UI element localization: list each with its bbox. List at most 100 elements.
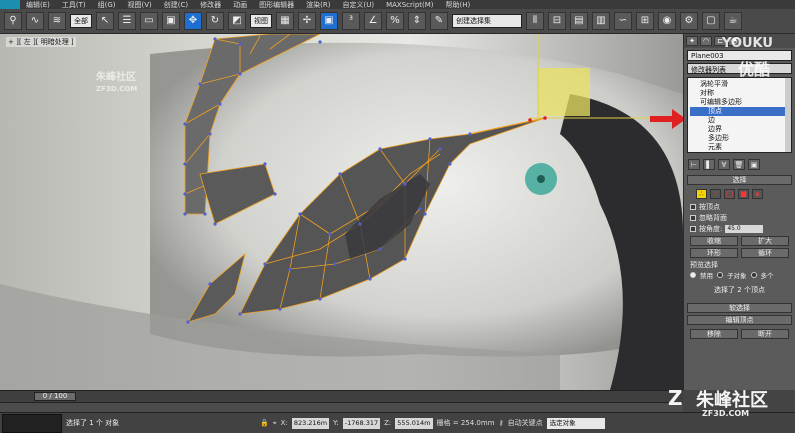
loop-button[interactable]: 循环	[741, 248, 789, 258]
angle-spinner[interactable]: 45.0	[725, 224, 764, 233]
named-selection-select[interactable]: 创建选择集	[452, 14, 522, 28]
track-bar[interactable]	[0, 402, 683, 412]
reference-coord-select[interactable]: 视图	[250, 14, 272, 28]
edit-vertices-rollout-header[interactable]: 编辑顶点	[687, 315, 792, 325]
snaps-toggle-icon[interactable]: ³	[342, 12, 360, 30]
layer-explorer-icon[interactable]: ▤	[570, 12, 588, 30]
viewport-label[interactable]: + ][ 左 ][ 明暗处理 ]	[6, 37, 76, 47]
remove-modifier-icon[interactable]: 🗑	[733, 159, 745, 170]
auto-key-button[interactable]: 自动关键点	[508, 418, 543, 428]
mirror-icon[interactable]: ⫴	[526, 12, 544, 30]
ring-button[interactable]: 环形	[690, 248, 738, 258]
selection-rollout: ∴ ⟋ ◯ ■ ◈ 按顶点 忽略背面 按角度: 45.0 收缩 扩大 环形 循环 …	[687, 185, 792, 297]
watermark-youku-cn: 优酷	[738, 60, 771, 79]
spinner-snap-icon[interactable]: ⇕	[408, 12, 426, 30]
time-slider[interactable]: 0 / 100	[34, 392, 76, 401]
edit-named-sets-icon[interactable]: ✎	[430, 12, 448, 30]
render-setup-icon[interactable]: ⚙	[680, 12, 698, 30]
curve-editor-icon[interactable]: ∽	[614, 12, 632, 30]
stack-item-polygon[interactable]: 多边形	[690, 134, 789, 143]
unlink-icon[interactable]: ∿	[26, 12, 44, 30]
align-icon[interactable]: ⊟	[548, 12, 566, 30]
stack-scrollbar[interactable]	[785, 78, 791, 152]
bind-space-warp-icon[interactable]: ≋	[48, 12, 66, 30]
by-angle-row[interactable]: 按角度: 45.0	[690, 223, 789, 234]
rect-selection-icon[interactable]: ▭	[140, 12, 158, 30]
make-unique-icon[interactable]: ∀	[718, 159, 730, 170]
select-rotate-icon[interactable]: ↻	[206, 12, 224, 30]
select-scale-icon[interactable]: ◩	[228, 12, 246, 30]
select-by-name-icon[interactable]: ☰	[118, 12, 136, 30]
stack-item-border[interactable]: 边界	[690, 125, 789, 134]
absolute-mode-icon[interactable]: ⌖	[273, 419, 277, 428]
maxscript-listener[interactable]	[2, 413, 62, 433]
ignore-backfacing-checkbox[interactable]	[690, 214, 696, 221]
material-editor-icon[interactable]: ◉	[658, 12, 676, 30]
create-tab-icon[interactable]: ✦	[686, 36, 698, 46]
pin-stack-icon[interactable]: ⊢	[688, 159, 700, 170]
by-vertex-row[interactable]: 按顶点	[690, 201, 789, 212]
selection-set-dropdown[interactable]: 选定对象	[546, 417, 605, 429]
configure-sets-icon[interactable]: ▣	[748, 159, 760, 170]
angle-snap-icon[interactable]: ∠	[364, 12, 382, 30]
ignore-backfacing-row[interactable]: 忽略背面	[690, 212, 789, 223]
window-crossing-icon[interactable]: ▣	[162, 12, 180, 30]
soft-selection-rollout-header[interactable]: 软选择	[687, 303, 792, 313]
border-level-icon[interactable]: ◯	[724, 189, 735, 199]
preview-selection-options: 禁用 子对象 多个	[690, 270, 789, 280]
y-label: Y:	[333, 419, 339, 427]
vertex-level-icon[interactable]: ∴	[696, 189, 707, 199]
graphite-ribbon-icon[interactable]: ▥	[592, 12, 610, 30]
x-coordinate-field[interactable]: 823.216m	[291, 417, 330, 429]
z-coordinate-field[interactable]: 555.014m	[395, 417, 433, 429]
timeline[interactable]: 0 / 100	[0, 390, 683, 402]
select-move-icon[interactable]: ✥	[184, 12, 202, 30]
stack-item-symmetry[interactable]: 对称	[690, 89, 789, 98]
by-vertex-checkbox[interactable]	[690, 203, 696, 210]
by-vertex-label: 按顶点	[699, 202, 720, 211]
by-angle-checkbox[interactable]	[690, 225, 696, 232]
selection-filter-select[interactable]: 全部	[70, 14, 92, 28]
rendered-frame-icon[interactable]: ▢	[702, 12, 720, 30]
link-icon[interactable]: ⚲	[4, 12, 22, 30]
remove-button[interactable]: 移除	[690, 329, 738, 339]
stack-item-vertex[interactable]: 顶点	[690, 107, 789, 116]
pivot-center-icon[interactable]: ▦	[276, 12, 294, 30]
edge-level-icon[interactable]: ⟋	[710, 189, 721, 199]
y-coordinate-field[interactable]: -1768.317	[342, 417, 381, 429]
render-production-icon[interactable]: ☕	[724, 12, 742, 30]
stack-item-edge[interactable]: 边	[690, 116, 789, 125]
stack-tools: ⊢ ▌ ∀ 🗑 ▣	[684, 156, 795, 173]
status-prompt: 选择了 1 个 对象	[66, 419, 120, 427]
app-logo-icon[interactable]	[0, 0, 20, 9]
shrink-button[interactable]: 收缩	[690, 236, 738, 246]
break-button[interactable]: 断开	[741, 329, 789, 339]
ignore-backfacing-label: 忽略背面	[699, 213, 727, 222]
menu-maxscript[interactable]: MAXScript(M)	[380, 1, 439, 9]
stack-item-element[interactable]: 元素	[690, 143, 789, 152]
stack-item-editable-poly[interactable]: 可编辑多边形	[690, 98, 789, 107]
schematic-view-icon[interactable]: ⊞	[636, 12, 654, 30]
preview-multi-radio[interactable]	[750, 272, 757, 278]
polygon-level-icon[interactable]: ■	[738, 189, 749, 199]
cursor-indicator	[525, 163, 557, 195]
modify-tab-icon[interactable]: ◠	[700, 36, 712, 46]
element-level-icon[interactable]: ◈	[752, 189, 763, 199]
viewport-left[interactable]: + ][ 左 ][ 明暗处理 ] 朱峰社区 ZF3D.COM	[0, 34, 683, 390]
preview-subobject-radio[interactable]	[717, 272, 723, 278]
preview-disabled-radio[interactable]	[690, 272, 696, 278]
grow-button[interactable]: 扩大	[741, 236, 789, 246]
grid-size-text: 栅格 = 254.0mm	[436, 419, 495, 427]
preview-selection-title: 预览选择	[690, 261, 718, 269]
selection-rollout-header[interactable]: 选择	[687, 175, 792, 185]
show-end-result-icon[interactable]: ▌	[703, 159, 715, 170]
lock-selection-icon[interactable]: 🔒	[260, 419, 269, 427]
stack-item-turbosmooth[interactable]: 涡轮平滑	[690, 80, 789, 89]
select-object-icon[interactable]: ↖	[96, 12, 114, 30]
modifier-stack[interactable]: 涡轮平滑 对称 可编辑多边形 顶点 边 边界 多边形 元素	[687, 77, 792, 153]
watermark-zf-top-sub: ZF3D.COM	[96, 85, 138, 93]
keyboard-shortcut-icon[interactable]: ▣	[320, 12, 338, 30]
percent-snap-icon[interactable]: %	[386, 12, 404, 30]
select-manipulate-icon[interactable]: ✢	[298, 12, 316, 30]
key-icon[interactable]: ⚷	[499, 419, 504, 427]
